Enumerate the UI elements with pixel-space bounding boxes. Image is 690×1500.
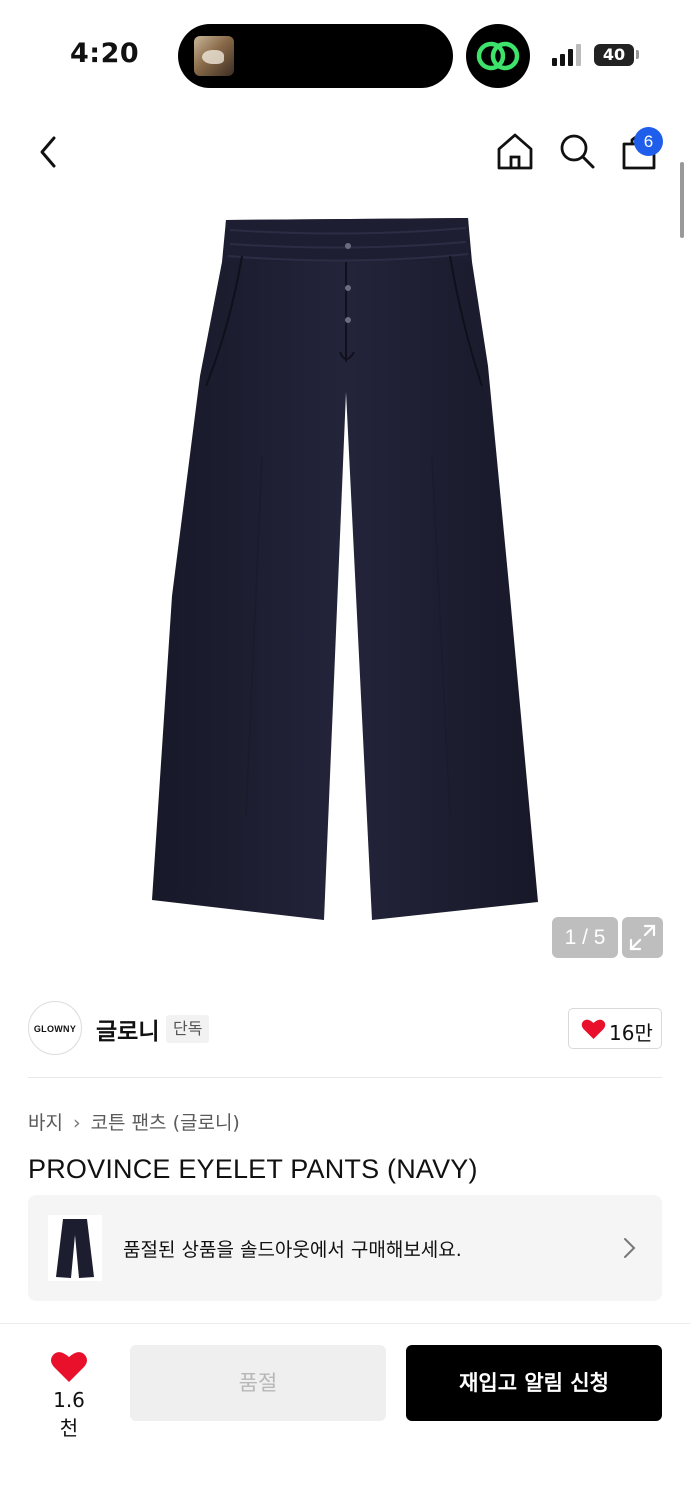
heart-icon[interactable] bbox=[50, 1350, 88, 1384]
soldout-banner-text: 품절된 상품을 솔드아웃에서 구매해보세요. bbox=[123, 1239, 462, 1261]
heart-icon bbox=[581, 1019, 606, 1039]
chevron-right-icon: › bbox=[72, 1112, 81, 1134]
soldout-market-banner[interactable]: 품절된 상품을 솔드아웃에서 구매해보세요. bbox=[28, 1195, 662, 1301]
battery-tip bbox=[636, 50, 639, 59]
brand-logo[interactable]: GLOWNY bbox=[28, 1001, 82, 1055]
status-time: 4:20 bbox=[70, 38, 140, 69]
now-playing-artwork bbox=[194, 36, 234, 76]
signal-icon bbox=[552, 44, 581, 66]
battery-icon: 40 bbox=[594, 44, 634, 66]
divider bbox=[28, 1077, 662, 1078]
back-arrow-icon[interactable] bbox=[30, 132, 70, 172]
product-title: PROVINCE EYELET PANTS (NAVY) bbox=[28, 1154, 478, 1184]
chevron-right-icon bbox=[624, 1238, 636, 1258]
dynamic-island bbox=[178, 24, 453, 88]
exclusive-tag: 단독 bbox=[166, 1015, 210, 1043]
expand-button[interactable] bbox=[622, 917, 663, 958]
home-icon[interactable] bbox=[494, 130, 536, 172]
scrollbar bbox=[680, 162, 684, 238]
link-icon bbox=[476, 41, 520, 71]
breadcrumb: 바지 › 코튼 팬츠 (글로니) bbox=[28, 1108, 240, 1135]
brand-like-button[interactable]: 16만 bbox=[568, 1008, 662, 1049]
brand-name[interactable]: 글로니 bbox=[96, 1012, 159, 1046]
cart-count-badge: 6 bbox=[634, 127, 663, 156]
favorite-count: 1.6천 bbox=[53, 1388, 85, 1440]
expand-icon bbox=[629, 924, 656, 951]
product-image[interactable] bbox=[150, 216, 542, 926]
breadcrumb-item[interactable]: 바지 bbox=[28, 1112, 63, 1134]
brand-like-count: 16만 bbox=[609, 1021, 653, 1045]
app-indicator bbox=[466, 24, 530, 88]
soldout-button: 품절 bbox=[130, 1345, 386, 1421]
status-bar: 4:20 40 bbox=[0, 0, 690, 110]
image-page-counter: 1 / 5 bbox=[552, 917, 618, 958]
breadcrumb-item[interactable]: 코튼 팬츠 (글로니) bbox=[91, 1112, 240, 1134]
search-icon[interactable] bbox=[556, 130, 598, 172]
product-thumbnail bbox=[48, 1215, 102, 1281]
divider bbox=[0, 1323, 690, 1324]
restock-alert-button[interactable]: 재입고 알림 신청 bbox=[406, 1345, 662, 1421]
